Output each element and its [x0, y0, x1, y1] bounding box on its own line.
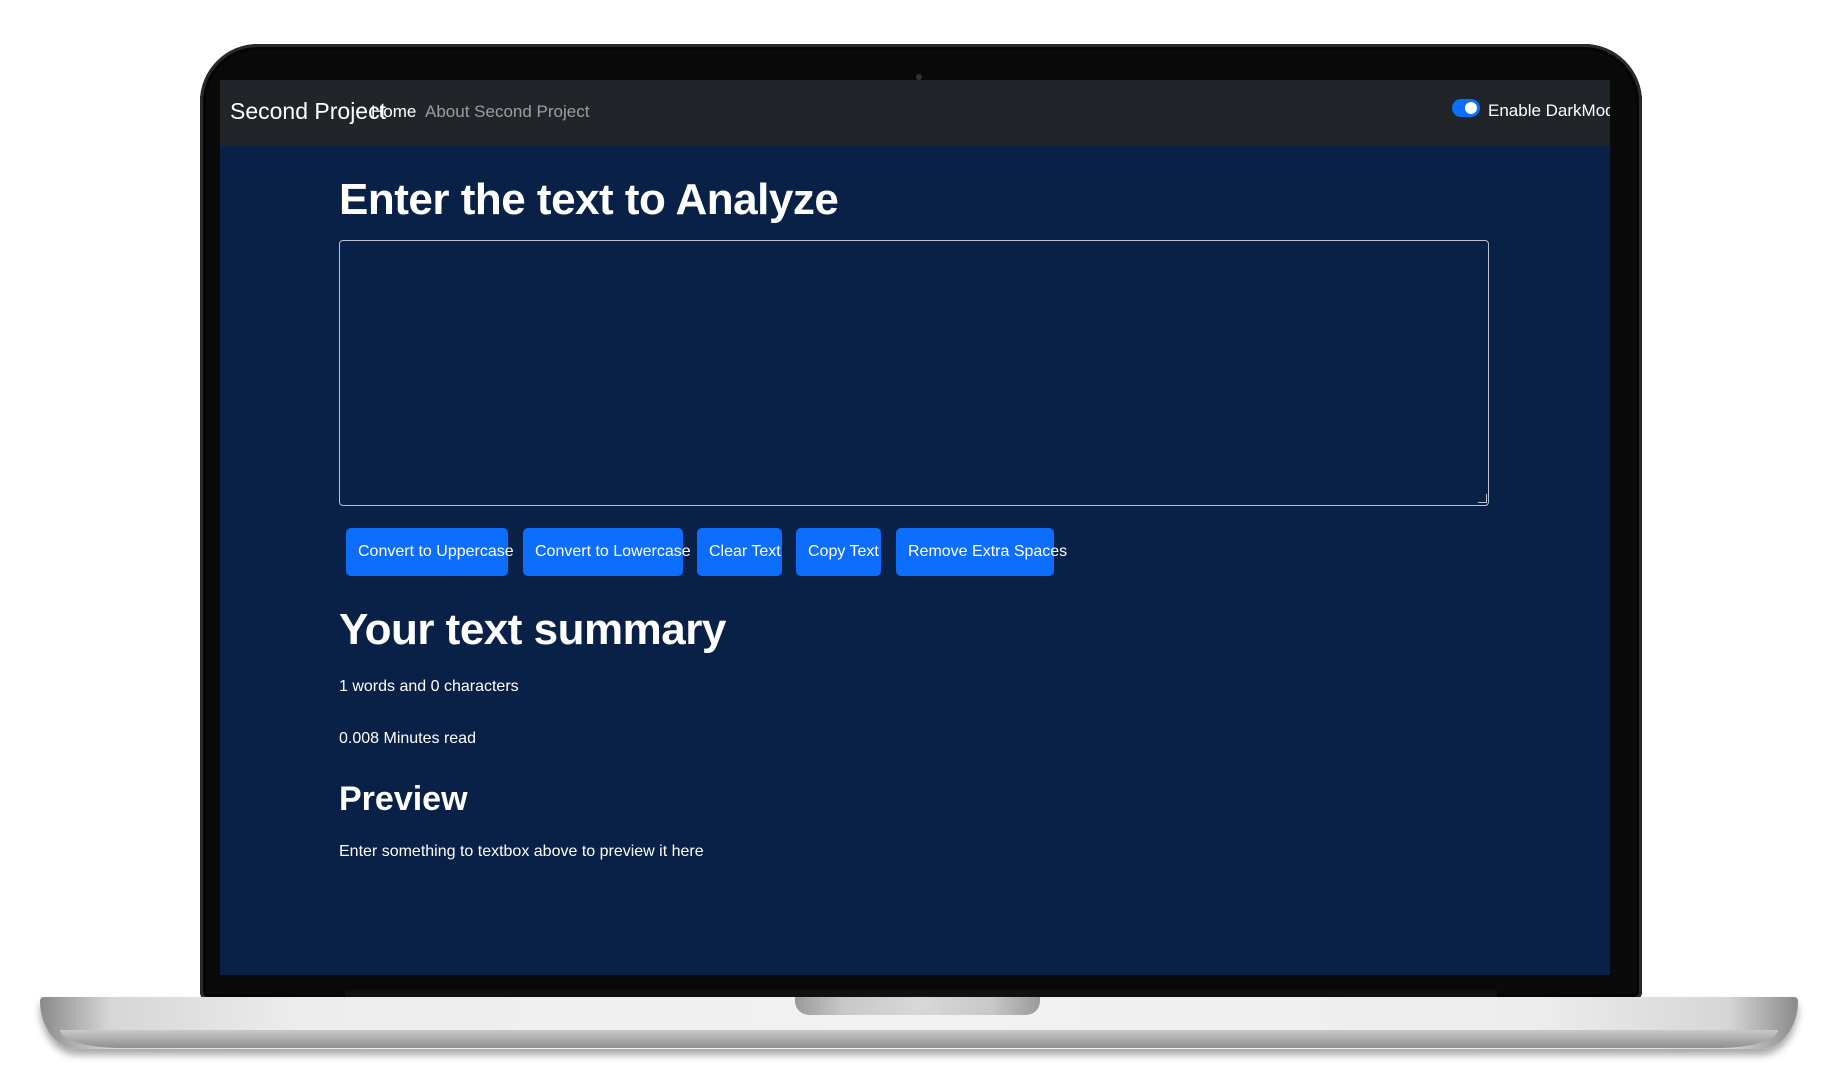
- resize-handle-icon[interactable]: [1478, 494, 1487, 503]
- darkmode-toggle-label[interactable]: Enable DarkMode: [1488, 101, 1610, 121]
- navbar: Second Project Home About Second Project…: [220, 80, 1610, 146]
- nav-link-about[interactable]: About Second Project: [425, 102, 589, 122]
- page-title: Enter the text to Analyze: [339, 175, 839, 224]
- preview-text: Enter something to textbox above to prev…: [339, 843, 704, 860]
- preview-heading: Preview: [339, 780, 468, 818]
- toggle-knob: [1465, 102, 1477, 114]
- text-input-area[interactable]: [339, 240, 1489, 506]
- copy-text-button[interactable]: Copy Text: [796, 528, 881, 576]
- clear-text-button[interactable]: Clear Text: [697, 528, 782, 576]
- convert-lowercase-button[interactable]: Convert to Lowercase: [523, 528, 691, 576]
- read-time: 0.008 Minutes read: [339, 730, 476, 747]
- word-character-count: 1 words and 0 characters: [339, 678, 519, 695]
- darkmode-toggle-switch[interactable]: [1452, 99, 1480, 117]
- convert-uppercase-button[interactable]: Convert to Uppercase: [346, 528, 514, 576]
- remove-extra-spaces-button[interactable]: Remove Extra Spaces: [896, 528, 1067, 576]
- laptop-notch: [795, 997, 1040, 1015]
- navbar-brand[interactable]: Second Project: [230, 98, 386, 125]
- summary-heading: Your text summary: [339, 605, 726, 654]
- nav-link-home[interactable]: Home: [371, 102, 416, 122]
- laptop-mockup: Second Project Home About Second Project…: [0, 0, 1833, 1083]
- laptop-base-edge: [60, 1030, 1778, 1048]
- app-screen: Second Project Home About Second Project…: [220, 80, 1610, 975]
